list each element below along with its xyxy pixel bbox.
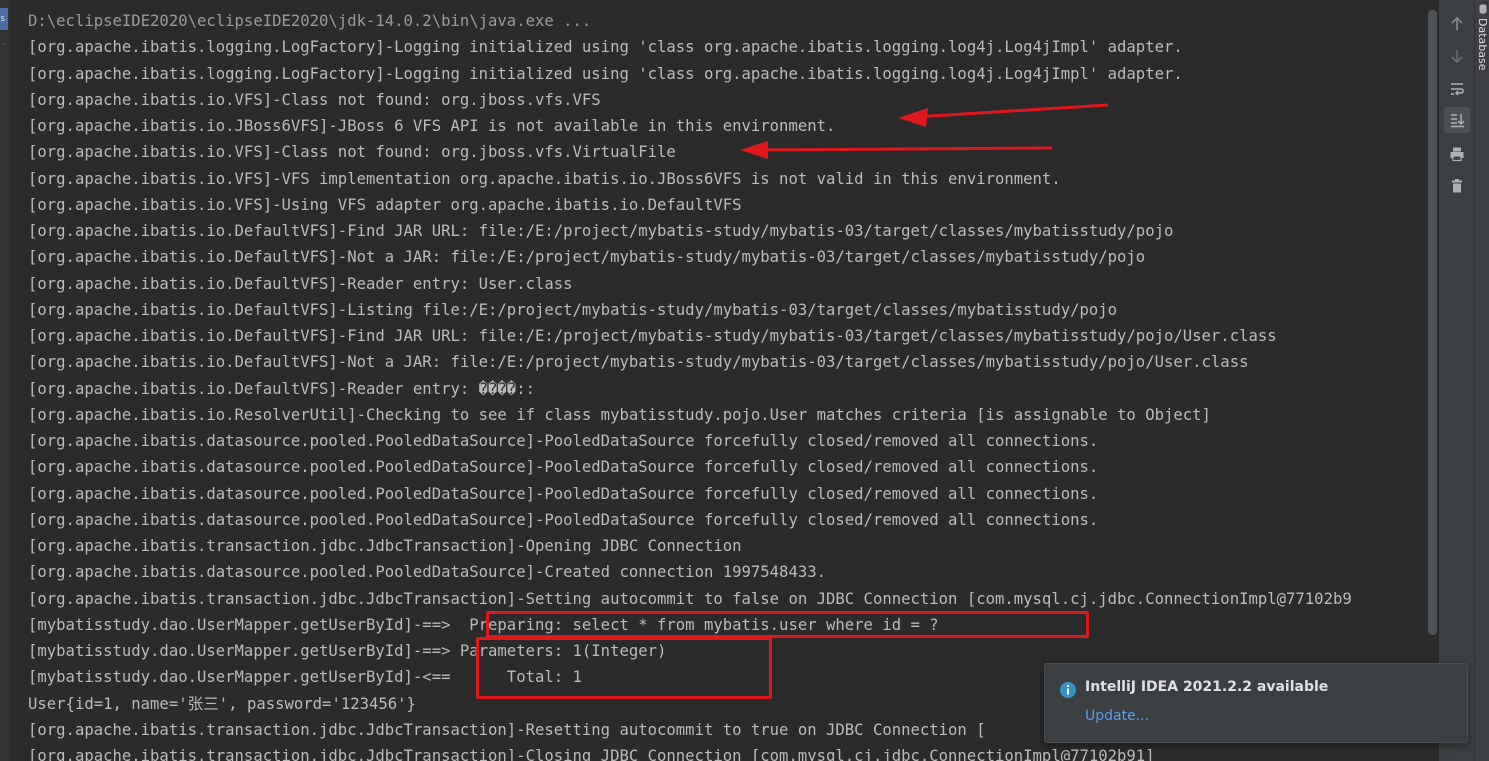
console-line: [org.apache.ibatis.logging.LogFactory]-L…: [28, 38, 1183, 57]
console-line: [org.apache.ibatis.io.DefaultVFS]-Reader…: [28, 274, 573, 293]
up-arrow-icon[interactable]: [1444, 11, 1470, 37]
console-line: [org.apache.ibatis.transaction.jdbc.Jdbc…: [28, 747, 1155, 761]
left-gutter-marker: ·: [1, 40, 6, 49]
console-line: [org.apache.ibatis.transaction.jdbc.Jdbc…: [28, 537, 742, 555]
database-tool-tab[interactable]: Database: [1476, 18, 1489, 71]
console-line: [org.apache.ibatis.io.VFS]-VFS implement…: [28, 169, 1061, 188]
console-line: [org.apache.ibatis.datasource.pooled.Poo…: [28, 432, 1099, 450]
console-line: [org.apache.ibatis.transaction.jdbc.Jdbc…: [28, 589, 1352, 608]
annotation-box-parameters: [476, 637, 772, 699]
console-line: [org.apache.ibatis.io.ResolverUtil]-Chec…: [28, 405, 1211, 424]
console-line: [org.apache.ibatis.io.DefaultVFS]-Listin…: [28, 300, 1118, 319]
left-tool-gutter: s ·: [0, 0, 10, 761]
console-line: [org.apache.ibatis.datasource.pooled.Poo…: [28, 458, 1099, 477]
console-toolbar: [1438, 0, 1475, 761]
console-line: [org.apache.ibatis.io.VFS]-Class not fou…: [28, 143, 676, 162]
console-line: [org.apache.ibatis.datasource.pooled.Poo…: [28, 484, 1099, 503]
console-line: [org.apache.ibatis.datasource.pooled.Poo…: [28, 510, 1099, 529]
console-line: [org.apache.ibatis.io.DefaultVFS]-Not a …: [28, 353, 1249, 372]
notification-title: IntelliJ IDEA 2021.2.2 available: [1085, 679, 1329, 695]
right-tool-window-bar: Database: [1474, 0, 1489, 761]
console-line: [org.apache.ibatis.io.DefaultVFS]-Find J…: [28, 327, 1277, 345]
console-line: [org.apache.ibatis.io.DefaultVFS]-Find J…: [28, 222, 1174, 240]
console-line: [org.apache.ibatis.logging.LogFactory]-L…: [28, 64, 1183, 83]
console-line: [org.apache.ibatis.io.VFS]-Class not fou…: [28, 90, 601, 109]
annotation-box-preparing: [486, 611, 1089, 638]
console-line: [org.apache.ibatis.datasource.pooled.Poo…: [28, 563, 826, 582]
database-icon: [1479, 4, 1487, 14]
soft-wrap-icon[interactable]: [1444, 76, 1470, 102]
update-notification[interactable]: IntelliJ IDEA 2021.2.2 available Update.…: [1044, 663, 1468, 743]
console-scrollbar[interactable]: [1428, 10, 1437, 635]
console-line: [org.apache.ibatis.io.DefaultVFS]-Not a …: [28, 248, 1146, 267]
left-tool-tab[interactable]: s: [0, 8, 8, 30]
scroll-to-end-icon[interactable]: [1444, 107, 1470, 133]
down-arrow-icon[interactable]: [1444, 43, 1470, 69]
update-link[interactable]: Update...: [1085, 708, 1149, 724]
print-icon[interactable]: [1444, 141, 1470, 167]
trash-icon[interactable]: [1444, 173, 1470, 199]
console-line: [org.apache.ibatis.io.VFS]-Using VFS ada…: [28, 195, 742, 214]
console-line: [org.apache.ibatis.io.JBoss6VFS]-JBoss 6…: [28, 117, 836, 135]
console-line: [org.apache.ibatis.io.DefaultVFS]-Reader…: [28, 379, 535, 398]
console-command-line: D:\eclipseIDE2020\eclipseIDE2020\jdk-14.…: [28, 12, 592, 30]
info-icon: [1060, 682, 1076, 698]
